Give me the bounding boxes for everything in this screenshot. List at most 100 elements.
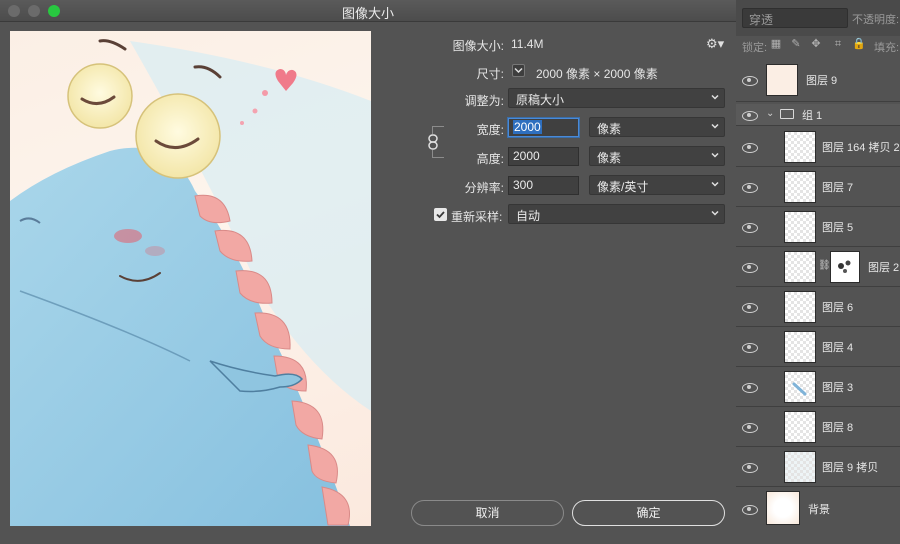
chevron-down-icon [711,152,719,158]
resolution-value: 300 [513,178,534,192]
layer-thumbnail [784,331,816,363]
layers-panel-toolbar: 穿透 不透明度: [736,0,900,36]
eye-icon[interactable] [742,182,758,193]
eye-icon[interactable] [742,262,758,273]
fit-to-select[interactable]: 原稿大小 [508,88,725,108]
fill-label: 填充: [874,42,900,54]
opacity-label: 不透明度: [852,14,900,26]
height-value: 2000 [513,149,540,163]
resolution-unit-select[interactable]: 像素/英寸 [589,175,725,195]
chevron-down-icon [514,67,523,74]
layer-name: 背景 [808,504,830,516]
layer-thumbnail [784,451,816,483]
image-size-label: 图像大小: [452,39,504,53]
lock-row: 锁定: ▦ ✎ ✥ ⌗ 🔒 填充: [736,36,900,56]
resample-checkbox[interactable] [434,208,447,221]
chevron-down-icon [711,210,719,216]
layer-row[interactable]: 图层 9 [736,58,900,102]
preview-illustration [10,39,371,526]
layer-thumbnail [784,251,816,283]
layer-thumbnail [766,491,800,525]
lock-move-icon[interactable]: ✥ [810,38,822,50]
chain-link-icon[interactable] [427,134,439,150]
chain-link-icon[interactable]: ⛓ [818,260,831,271]
resolution-unit-value: 像素/英寸 [597,180,649,194]
lock-all-icon[interactable]: 🔒 [852,38,866,50]
dimensions-unit-toggle[interactable] [512,64,525,77]
height-label: 高度: [476,152,504,166]
layer-row[interactable]: 图层 5 [736,207,900,247]
layer-name: 图层 6 [822,301,854,314]
width-value: 2000 [513,120,542,134]
eye-icon[interactable] [742,222,758,233]
eye-icon[interactable] [742,142,758,153]
layer-name: 图层 8 [822,421,854,434]
width-input[interactable]: 2000 [508,118,579,137]
height-input[interactable]: 2000 [508,147,579,166]
lock-artboard-icon[interactable]: ⌗ [832,38,844,50]
image-preview[interactable] [10,31,371,526]
layer-name: 组 1 [802,109,823,122]
dialog-title: 图像大小 [341,6,394,21]
layer-row[interactable]: 图层 9 拷贝 [736,447,900,487]
layer-name: 图层 9 [806,74,838,87]
brush-stroke-icon [792,382,807,396]
layer-name: 图层 9 拷贝 [822,461,879,474]
chevron-down-icon [711,123,719,129]
eye-icon[interactable] [742,504,758,515]
fit-to-value: 原稿大小 [516,93,565,107]
layer-thumbnail [766,64,798,96]
eye-icon[interactable] [742,110,758,121]
image-size-value: 11.4M [511,37,544,51]
layer-name: 图层 5 [822,221,854,234]
layer-name: 图层 4 [822,341,854,354]
layer-row[interactable]: 背景 [736,487,900,531]
eye-icon[interactable] [742,422,758,433]
width-unit-select[interactable]: 像素 [589,117,725,137]
ok-button[interactable]: 确定 [572,500,725,526]
blend-mode-select[interactable]: 穿透 [742,8,848,28]
layer-name: 图层 164 拷贝 2 [822,141,900,154]
folder-icon [780,109,794,119]
height-unit-value: 像素 [597,151,622,165]
resample-label: 重新采样: [451,210,503,224]
layer-row[interactable]: ⛓ 图层 2 [736,247,900,287]
eye-icon[interactable] [742,382,758,393]
layer-name: 图层 3 [822,381,854,394]
resolution-input[interactable]: 300 [508,176,579,195]
chevron-down-icon[interactable]: ⌄ [766,108,774,119]
lock-transparent-icon[interactable]: ▦ [770,38,782,50]
width-label: 宽度: [476,123,504,137]
layer-thumbnail [784,211,816,243]
layer-thumbnail [784,131,816,163]
layer-thumbnail [784,371,816,403]
layer-group-row[interactable]: ⌄ 组 1 [736,104,900,126]
chevron-down-icon [711,94,719,100]
eye-icon[interactable] [742,462,758,473]
eye-icon[interactable] [742,75,758,86]
layer-row[interactable]: 图层 164 拷贝 2 [736,127,900,167]
lock-brush-icon[interactable]: ✎ [790,38,802,50]
layer-thumbnail [784,171,816,203]
layer-thumbnail [784,411,816,443]
cancel-button[interactable]: 取消 [411,500,564,526]
height-unit-select[interactable]: 像素 [589,146,725,166]
resolution-label: 分辨率: [464,181,504,195]
layer-row[interactable]: 图层 3 [736,367,900,407]
layer-mask-thumbnail[interactable] [830,251,860,283]
resample-value: 自动 [516,209,541,223]
layer-row[interactable]: 图层 7 [736,167,900,207]
mask-shape-icon [838,260,851,273]
dialog-titlebar: 图像大小 [0,0,736,22]
layer-row[interactable]: 图层 6 [736,287,900,327]
resample-select[interactable]: 自动 [508,204,725,224]
layer-row[interactable]: 图层 4 [736,327,900,367]
gear-icon[interactable]: ⚙▾ [706,36,724,52]
eye-icon[interactable] [742,342,758,353]
layer-row[interactable]: 图层 8 [736,407,900,447]
eye-icon[interactable] [742,302,758,313]
layer-name: 图层 7 [822,181,854,194]
layer-thumbnail [784,291,816,323]
dimensions-value: 2000 像素 × 2000 像素 [536,67,658,81]
image-size-dialog: 图像大小 ⚙▾ 图像大小: 11.4M 尺寸: 2000 像素 × 2000 像… [0,0,736,544]
